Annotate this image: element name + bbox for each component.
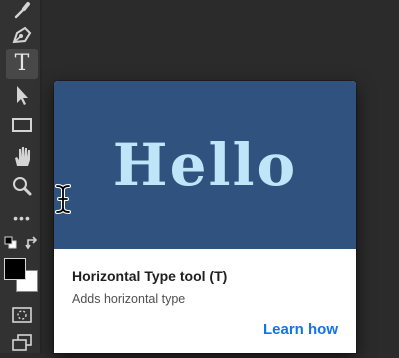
tooltip-preview: Hello [54,81,356,249]
foreground-color-swatch[interactable] [4,258,26,280]
tooltip-description: Adds horizontal type [72,292,186,306]
pen-icon [12,26,32,44]
panel-divider [40,0,42,353]
brush-tool[interactable] [6,0,38,20]
path-selection-tool[interactable] [6,80,38,110]
more-tools-icon: ••• [13,210,31,226]
path-selection-icon [17,86,28,105]
type-tool-icon: T [14,51,30,76]
pen-tool[interactable] [6,20,38,50]
screen-mode-icon [12,334,32,351]
default-colors-button[interactable] [4,236,18,255]
default-colors-icon [4,236,17,249]
rectangle-tool[interactable] [6,110,38,140]
swap-colors-icon [25,236,38,250]
swap-colors-button[interactable] [25,236,39,255]
rectangle-icon [12,118,32,132]
brush-icon [14,2,30,19]
type-tool[interactable]: T [6,49,38,79]
tooltip-preview-text: Hello [112,131,298,199]
text-cursor-icon [55,184,71,214]
screen-mode-button[interactable] [6,328,38,358]
zoom-icon [13,177,32,196]
more-tools-button[interactable]: ••• [6,203,38,233]
foreground-background-colors[interactable] [4,258,40,292]
learn-how-link[interactable]: Learn how [263,321,338,338]
rich-tooltip: Hello Horizontal Type tool (T) Adds hori… [54,81,356,353]
tooltip-title: Horizontal Type tool (T) [72,268,228,284]
hand-tool[interactable] [6,142,38,172]
quick-mask-icon [12,307,32,323]
tools-panel: T ••• [0,0,42,353]
zoom-tool[interactable] [6,171,38,201]
quick-mask-button[interactable] [6,300,38,330]
hand-icon [15,147,30,166]
